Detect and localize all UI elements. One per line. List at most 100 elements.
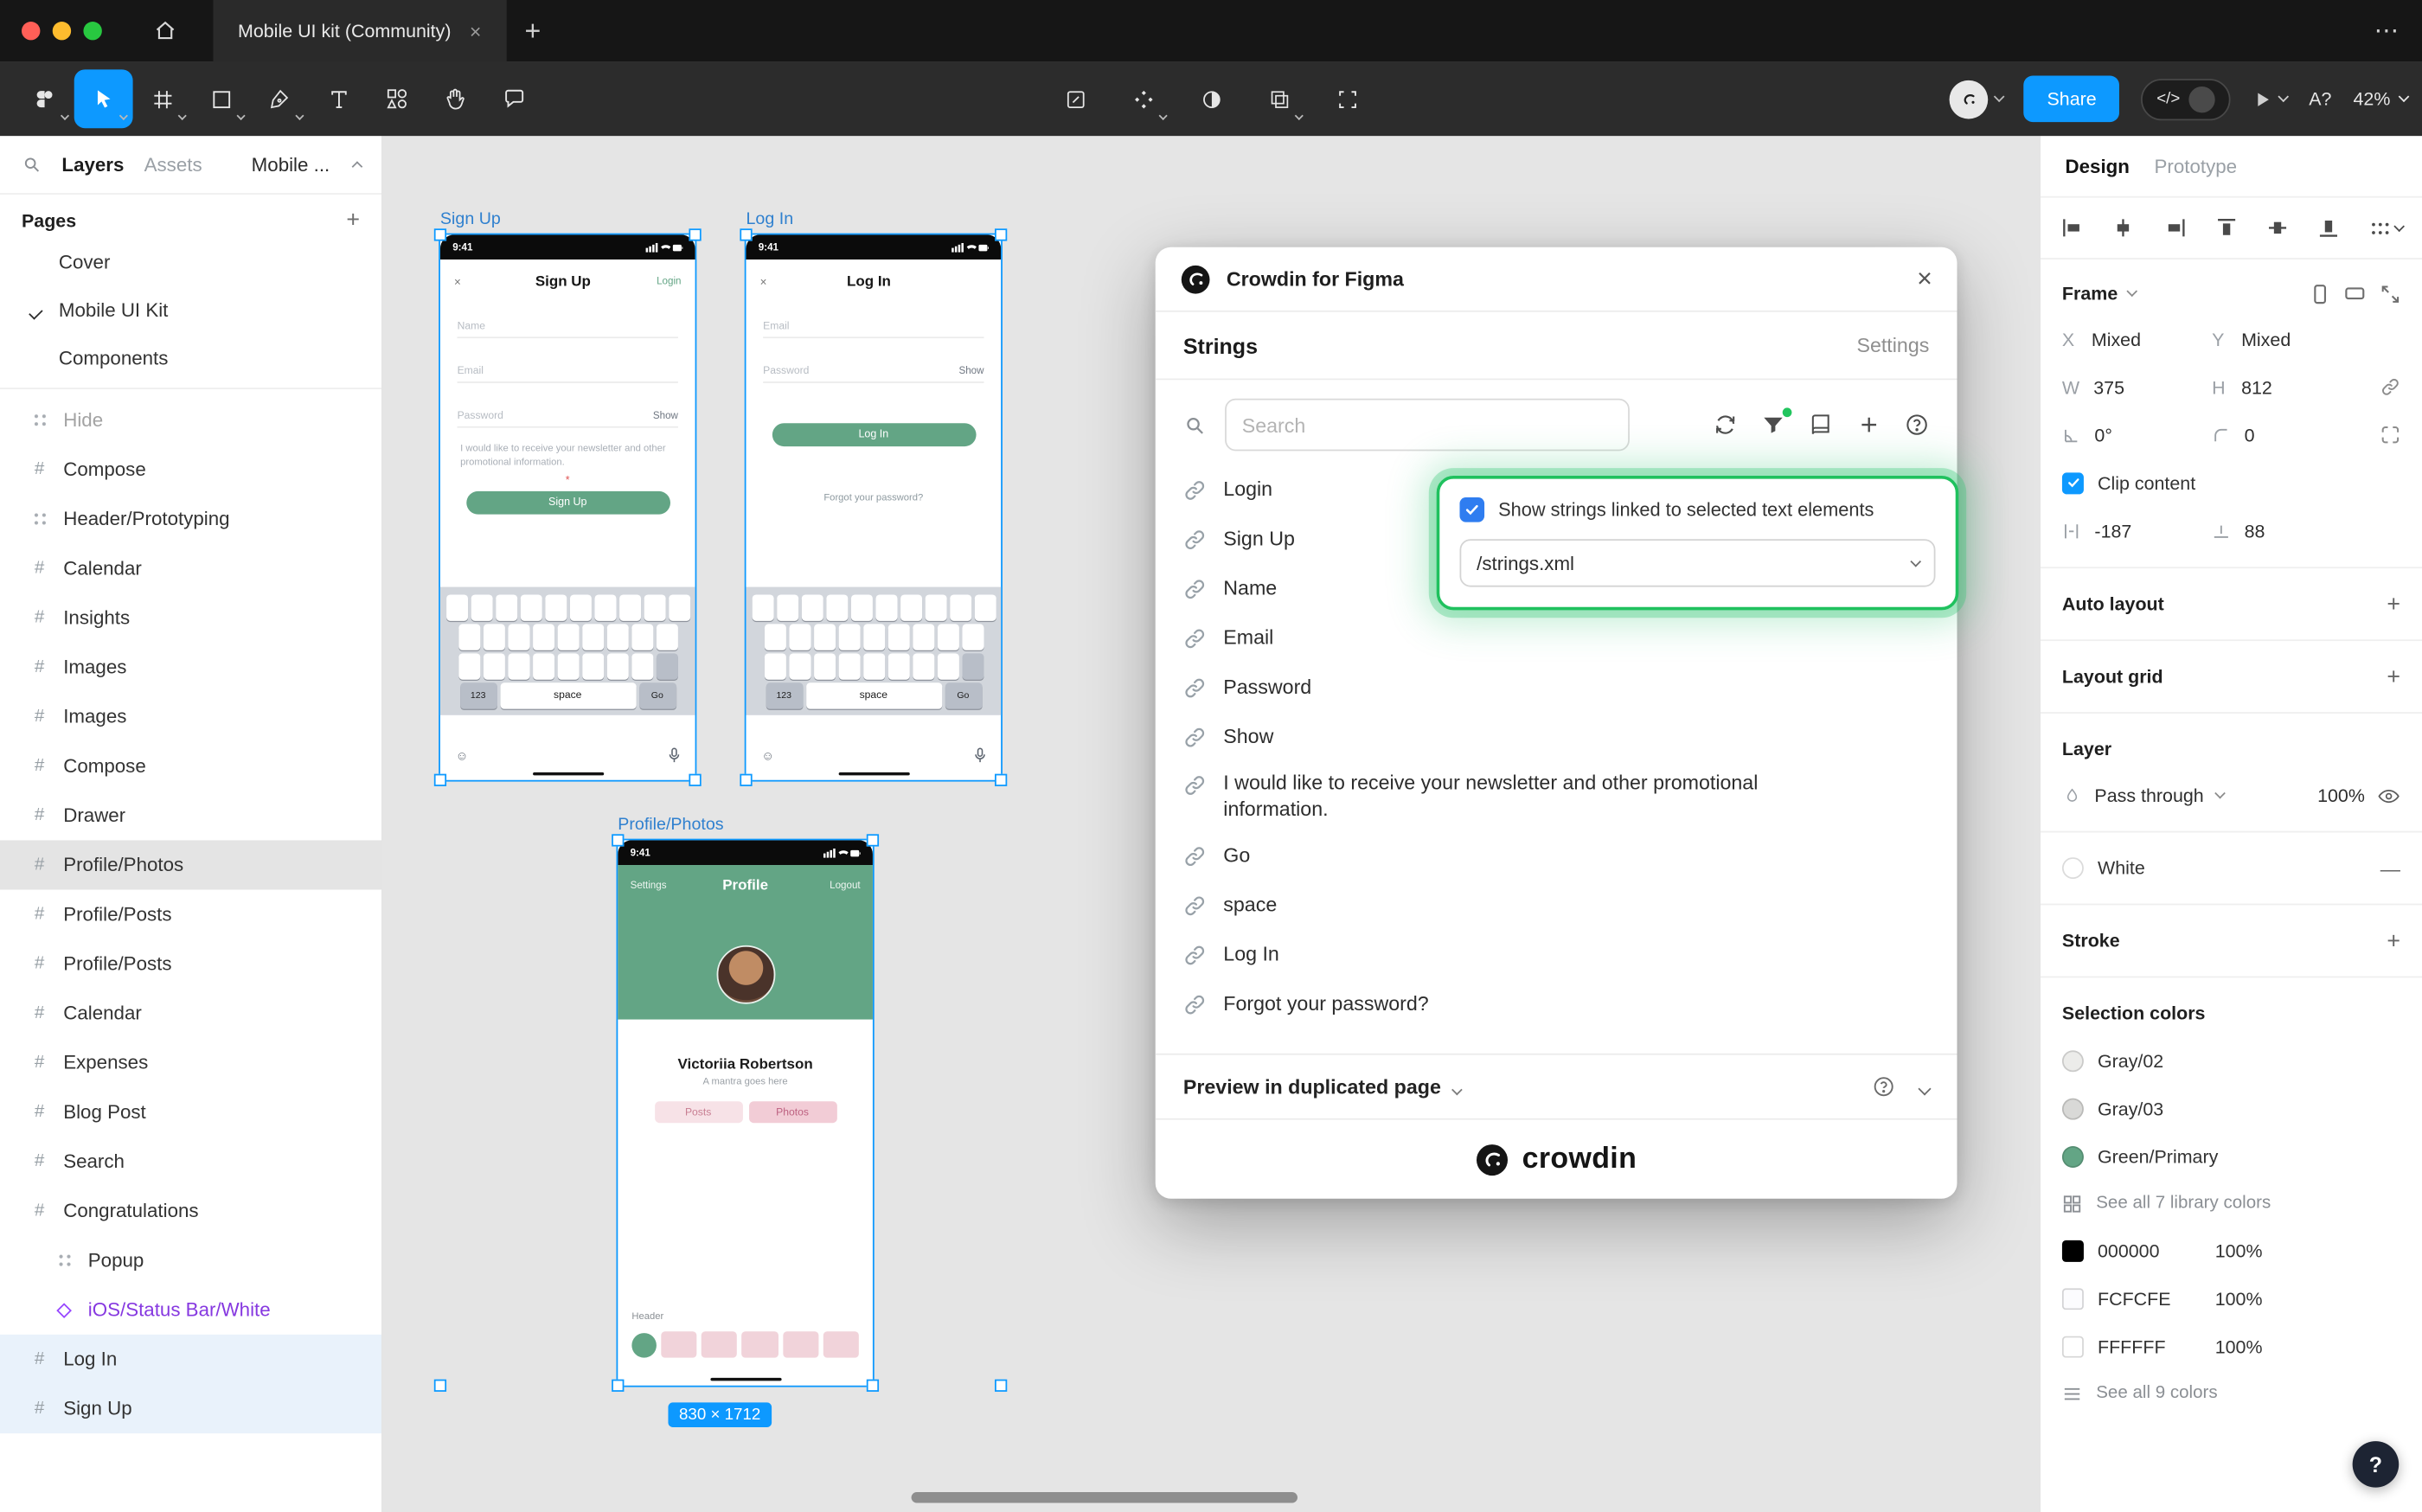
selection-handle[interactable]	[995, 228, 1007, 240]
add-string-button[interactable]	[1856, 413, 1881, 438]
use-as-mask-button[interactable]	[1182, 69, 1240, 128]
layer-item[interactable]: Popup	[0, 1236, 381, 1285]
layer-item[interactable]: Profile/Posts	[0, 939, 381, 989]
keyboard-key[interactable]	[532, 624, 554, 650]
home-button[interactable]	[142, 8, 189, 54]
keyboard-key[interactable]	[776, 594, 798, 620]
tab-photos[interactable]: Photos	[748, 1101, 836, 1123]
keyboard-key[interactable]	[825, 594, 847, 620]
keyboard-key[interactable]	[887, 653, 909, 679]
fullscreen-window-button[interactable]	[83, 22, 101, 40]
portrait-preset-button[interactable]	[2310, 284, 2329, 304]
color-swatch[interactable]	[2062, 1098, 2084, 1119]
string-row[interactable]: Show	[1183, 712, 1930, 761]
constrain-proportions-icon[interactable]	[2380, 377, 2400, 397]
keyboard-key[interactable]	[520, 594, 541, 620]
visibility-eye-icon[interactable]	[2377, 784, 2400, 807]
keyboard-key[interactable]	[764, 653, 785, 679]
boolean-groups-button[interactable]	[1250, 69, 1309, 128]
keyboard-key-space[interactable]: space	[805, 682, 941, 708]
frame-section-header[interactable]: Frame	[2062, 272, 2400, 315]
selection-handle[interactable]	[434, 228, 446, 240]
fill-swatch[interactable]	[2062, 857, 2084, 879]
height-field[interactable]: H 812	[2212, 376, 2361, 398]
selection-handle[interactable]	[867, 834, 879, 846]
page-item[interactable]: Mobile UI Kit	[0, 285, 381, 333]
color-swatch[interactable]	[2062, 1287, 2084, 1309]
selection-handle[interactable]	[612, 1380, 624, 1392]
color-style-row[interactable]: Green/Primary	[2062, 1132, 2400, 1180]
layer-item[interactable]: Calendar	[0, 989, 381, 1038]
color-swatch[interactable]	[2062, 1145, 2084, 1167]
page-item[interactable]: Components	[0, 334, 381, 381]
keyboard-key[interactable]	[912, 653, 933, 679]
hex-color-row[interactable]: FCFCFE 100%	[2062, 1274, 2400, 1322]
photo-thumb[interactable]	[661, 1331, 696, 1357]
filter-button[interactable]	[1761, 413, 1786, 438]
color-swatch[interactable]	[2062, 1240, 2084, 1261]
layer-item[interactable]: Profile/Posts	[0, 890, 381, 939]
frame-name-log-in[interactable]: Log In	[746, 210, 793, 228]
keyboard-key[interactable]	[813, 653, 835, 679]
align-top-button[interactable]	[2214, 216, 2238, 240]
layer-item[interactable]: Calendar	[0, 544, 381, 593]
string-row[interactable]: Log In	[1183, 931, 1930, 980]
color-style-row[interactable]: Gray/03	[2062, 1085, 2400, 1132]
keyboard-key[interactable]	[471, 594, 492, 620]
frame-name-profile-photos[interactable]: Profile/Photos	[618, 816, 723, 834]
keyboard-key-space[interactable]: space	[500, 682, 636, 708]
forgot-password-link[interactable]: Forgot your password?	[746, 493, 1001, 504]
keyboard-key[interactable]	[925, 594, 946, 620]
layer-item[interactable]: Blog Post	[0, 1087, 381, 1137]
tab-strings[interactable]: Strings	[1183, 333, 1258, 358]
shape-tool[interactable]	[191, 69, 250, 128]
keyboard-key[interactable]	[508, 624, 529, 650]
string-row[interactable]: Password	[1183, 663, 1930, 712]
keyboard-key[interactable]	[483, 624, 504, 650]
layer-item[interactable]: Images	[0, 692, 381, 741]
new-tab-button[interactable]: +	[524, 15, 541, 47]
close-tab-icon[interactable]: ×	[470, 19, 482, 42]
close-window-button[interactable]	[22, 22, 40, 40]
help-button[interactable]	[1905, 413, 1930, 438]
string-row[interactable]: Email	[1183, 613, 1930, 663]
see-all-colors-row[interactable]: See all 9 colors	[2062, 1370, 2400, 1417]
align-right-button[interactable]	[2163, 216, 2187, 240]
photo-thumb[interactable]	[702, 1331, 737, 1357]
emoji-icon[interactable]: ☺	[456, 748, 469, 762]
keyboard-key[interactable]	[557, 653, 579, 679]
show-linked-option[interactable]: Show strings linked to selected text ele…	[1459, 497, 1935, 522]
layer-item[interactable]: Log In	[0, 1335, 381, 1384]
selection-handle[interactable]	[689, 774, 701, 786]
keyboard-key[interactable]	[606, 624, 628, 650]
layer-item[interactable]: Expenses	[0, 1038, 381, 1087]
string-row[interactable]: space	[1183, 881, 1930, 931]
keyboard-key[interactable]	[618, 594, 640, 620]
horizontal-scrollbar[interactable]	[912, 1492, 1298, 1503]
selection-handle[interactable]	[995, 774, 1007, 786]
hand-tool[interactable]	[426, 69, 485, 128]
keyboard-key[interactable]	[801, 594, 823, 620]
keyboard-key[interactable]	[656, 653, 677, 679]
add-stroke-button[interactable]: +	[2387, 929, 2400, 952]
align-left-button[interactable]	[2060, 216, 2084, 240]
photo-thumb[interactable]	[742, 1331, 778, 1357]
keyboard-key-go[interactable]: Go	[945, 682, 982, 708]
keyboard-key[interactable]	[445, 594, 467, 620]
layer-item[interactable]: iOS/Status Bar/White	[0, 1285, 381, 1335]
x-position-field[interactable]: X Mixed	[2062, 328, 2212, 349]
photo-thumb[interactable]	[783, 1331, 818, 1357]
stroke-header[interactable]: Stroke +	[2062, 918, 2400, 964]
close-icon[interactable]: ×	[760, 275, 782, 289]
expand-section-button[interactable]	[1920, 1075, 1930, 1099]
keyboard-key[interactable]	[764, 624, 785, 650]
keyboard-key[interactable]	[631, 624, 652, 650]
present-button[interactable]	[2252, 89, 2287, 109]
keyboard-key[interactable]	[962, 653, 984, 679]
search-icon[interactable]	[22, 155, 42, 175]
pen-tool[interactable]	[250, 69, 309, 128]
keyboard-key-123[interactable]: 123	[459, 682, 497, 708]
auto-layout-header[interactable]: Auto layout +	[2062, 580, 2400, 627]
keyboard-key[interactable]	[789, 653, 811, 679]
layer-item[interactable]: Images	[0, 643, 381, 692]
